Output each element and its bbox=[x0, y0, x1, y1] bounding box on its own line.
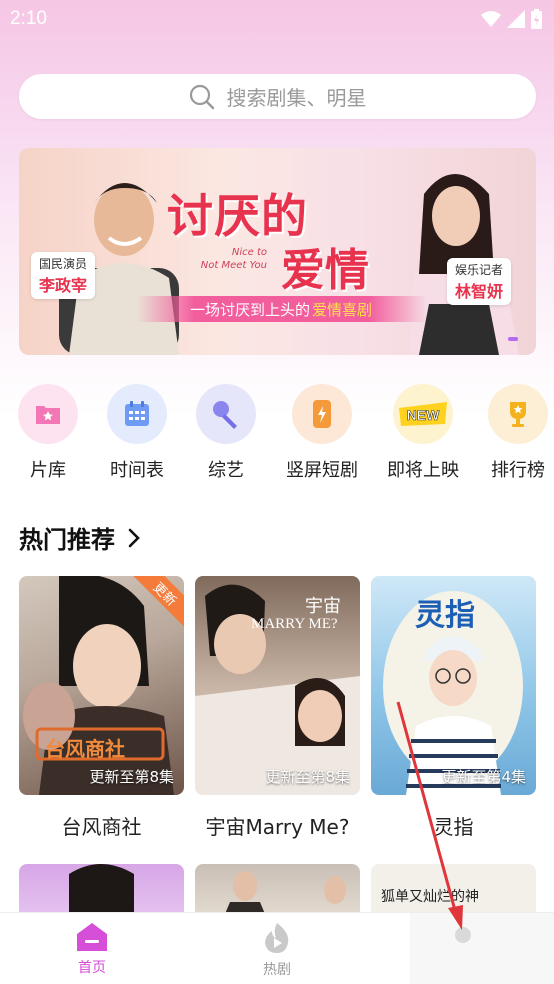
banner-tagline-highlight: 爱情喜剧 bbox=[312, 300, 373, 319]
category-item-ranking[interactable]: 排行榜 bbox=[473, 384, 554, 482]
calendar-icon bbox=[125, 401, 149, 426]
trophy-icon bbox=[510, 402, 526, 427]
status-bar: 2:10 bbox=[0, 0, 554, 38]
poster-figure bbox=[225, 871, 346, 914]
profile-icon bbox=[455, 927, 471, 943]
poster-text: 狐单又灿烂的神 bbox=[381, 889, 479, 905]
film-library-icon bbox=[36, 406, 60, 424]
drama-card[interactable]: 灵指 更新至第4集 灵指 bbox=[371, 576, 536, 840]
svg-text:NEW: NEW bbox=[407, 407, 440, 423]
chevron-right-icon bbox=[128, 528, 140, 547]
update-status: 更新至第8集 bbox=[265, 768, 350, 786]
update-status: 更新至第4集 bbox=[441, 768, 526, 786]
nav-item-placeholder[interactable] bbox=[410, 913, 554, 984]
drama-title: 灵指 bbox=[433, 815, 474, 839]
lightning-phone-icon bbox=[313, 400, 331, 428]
status-icons bbox=[481, 9, 542, 29]
drama-title: 台风商社 bbox=[61, 815, 142, 839]
banner-actress-image bbox=[409, 174, 519, 355]
search-bar[interactable]: 搜索剧集、明星 bbox=[19, 74, 536, 119]
section-header-hot[interactable]: 热门推荐 bbox=[19, 520, 141, 555]
wifi-icon bbox=[481, 11, 501, 27]
drama-card-partial[interactable] bbox=[195, 864, 360, 914]
category-label: 片库 bbox=[30, 460, 66, 481]
banner-english-line2: Not Meet You bbox=[200, 260, 267, 271]
drama-card-partial[interactable]: 狐单又灿烂的神 bbox=[371, 864, 536, 914]
category-item-variety[interactable]: 综艺 bbox=[181, 384, 271, 482]
banner-left-role: 国民演员 bbox=[39, 257, 88, 271]
drama-poster: 灵指 更新至第4集 bbox=[371, 576, 536, 795]
battery-icon bbox=[531, 9, 542, 29]
banner-english-line1: Nice to bbox=[231, 247, 267, 258]
category-icon-bg bbox=[107, 384, 167, 444]
banner-right-role-card: 娱乐记者 林智妍 bbox=[447, 258, 512, 305]
banner-right-role: 娱乐记者 bbox=[455, 263, 504, 277]
banner-left-role-card: 国民演员 李政宰 bbox=[31, 252, 96, 299]
signal-icon bbox=[507, 10, 525, 28]
category-item-upcoming[interactable]: NEW 即将上映 bbox=[378, 384, 468, 482]
nav-label-home: 首页 bbox=[78, 960, 106, 976]
nav-item-hot[interactable]: 热剧 bbox=[217, 921, 337, 979]
new-badge-icon: NEW bbox=[399, 402, 447, 426]
category-label: 时间表 bbox=[110, 460, 164, 481]
home-icon bbox=[77, 923, 107, 951]
banner-right-name: 林智妍 bbox=[455, 282, 504, 301]
category-item-library[interactable]: 片库 bbox=[3, 384, 93, 482]
banner-left-name: 李政宰 bbox=[39, 276, 88, 295]
poster-text-line1: 宇宙 bbox=[305, 596, 341, 617]
poster-figure bbox=[23, 576, 174, 795]
drama-card[interactable]: 台风商社 更新 更新至第8集 台风商社 bbox=[19, 576, 184, 840]
bottom-navigation: 首页 热剧 bbox=[0, 912, 554, 984]
nav-label-hot: 热剧 bbox=[263, 962, 291, 978]
category-icon-bg bbox=[196, 384, 256, 444]
drama-poster: 宇宙 MARRY ME? 更新至第8集 bbox=[195, 576, 360, 795]
category-icon-bg bbox=[18, 384, 78, 444]
category-row: 片库 时间表 综艺 竖屏短剧 NEW 即将上映 排行榜 bbox=[0, 384, 554, 484]
banner-english-title: Nice to Not Meet You bbox=[189, 246, 267, 272]
drama-poster: 台风商社 更新 更新至第8集 bbox=[19, 576, 184, 795]
category-label: 即将上映 bbox=[387, 460, 459, 481]
status-time: 2:10 bbox=[10, 8, 47, 29]
section-title: 热门推荐 bbox=[19, 526, 115, 554]
microphone-icon bbox=[213, 401, 237, 429]
nav-item-home[interactable]: 首页 bbox=[32, 921, 152, 977]
poster-text: 灵指 bbox=[415, 598, 475, 633]
drama-card-partial[interactable] bbox=[19, 864, 184, 914]
banner-tagline: 一场讨厌到上头的 爱情喜剧 bbox=[137, 296, 427, 322]
flame-play-icon bbox=[265, 923, 289, 953]
banner-title-line2: 爱情 bbox=[281, 245, 369, 296]
search-placeholder: 搜索剧集、明星 bbox=[226, 86, 367, 110]
drama-title: 宇宙Marry Me? bbox=[205, 815, 350, 839]
search-icon bbox=[189, 84, 214, 109]
category-label: 竖屏短剧 bbox=[286, 460, 358, 481]
category-icon-bg bbox=[488, 384, 548, 444]
category-label: 综艺 bbox=[208, 460, 244, 481]
poster-figure bbox=[69, 864, 134, 914]
category-item-schedule[interactable]: 时间表 bbox=[92, 384, 182, 482]
category-icon-bg: NEW bbox=[393, 384, 453, 444]
carousel-indicator bbox=[508, 337, 518, 341]
poster-text: 台风商社 bbox=[45, 737, 125, 761]
category-icon-bg bbox=[292, 384, 352, 444]
banner-tagline-prefix: 一场讨厌到上头的 bbox=[189, 300, 310, 319]
promo-banner[interactable]: 讨厌的 Nice to Not Meet You 爱情 一场讨厌到上头的 爱情喜… bbox=[19, 148, 536, 355]
drama-card[interactable]: 宇宙 MARRY ME? 更新至第8集 宇宙Marry Me? bbox=[195, 576, 360, 840]
category-label: 排行榜 bbox=[491, 460, 545, 481]
category-item-short-drama[interactable]: 竖屏短剧 bbox=[277, 384, 367, 482]
poster-text-line2: MARRY ME? bbox=[251, 616, 338, 632]
update-status: 更新至第8集 bbox=[89, 768, 174, 786]
